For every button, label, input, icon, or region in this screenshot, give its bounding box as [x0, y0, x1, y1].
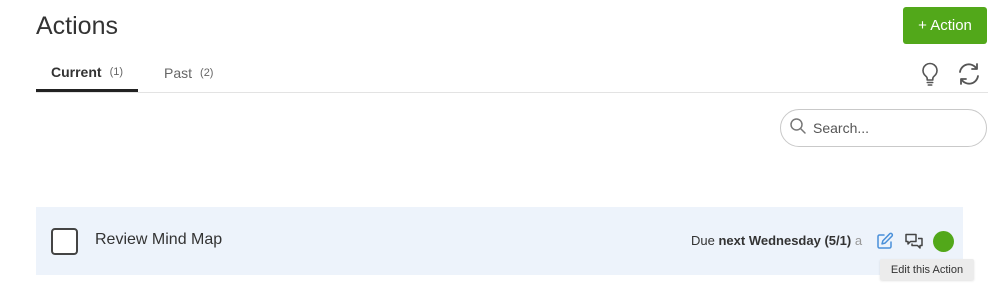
search-box: [780, 109, 987, 147]
tab-current-label: Current: [51, 63, 102, 80]
due-prefix: Due: [691, 233, 715, 248]
action-row[interactable]: Review Mind Map Due next Wednesday (5/1)…: [36, 207, 963, 275]
status-indicator[interactable]: [933, 231, 954, 252]
tab-past-label: Past: [164, 65, 193, 81]
action-complete-checkbox[interactable]: [51, 228, 78, 255]
tab-current-count: (1): [109, 65, 124, 78]
tab-past[interactable]: Past (2): [138, 54, 228, 92]
search-input[interactable]: [813, 120, 973, 136]
add-action-button[interactable]: + Action: [903, 7, 987, 44]
comment-icon[interactable]: [904, 231, 924, 251]
tab-current[interactable]: Current (1): [36, 54, 139, 92]
refresh-icon[interactable]: [956, 61, 982, 87]
actions-page: Actions + Action Current (1) Past (2) Se…: [0, 0, 1000, 292]
page-title: Actions: [36, 12, 118, 40]
edit-icon[interactable]: [876, 232, 894, 250]
tab-past-count: (2): [200, 67, 214, 79]
due-suffix: a: [854, 233, 863, 248]
due-date-value: next Wednesday (5/1): [718, 233, 852, 248]
tabs-divider: [36, 92, 988, 93]
tab-bar: Current (1) Past (2): [36, 54, 228, 92]
search-icon: [789, 117, 807, 140]
lightbulb-icon[interactable]: [918, 61, 942, 87]
edit-tooltip: Edit this Action: [880, 259, 974, 280]
action-due-date: Due next Wednesday (5/1) a: [691, 233, 871, 248]
action-title[interactable]: Review Mind Map: [95, 231, 222, 249]
